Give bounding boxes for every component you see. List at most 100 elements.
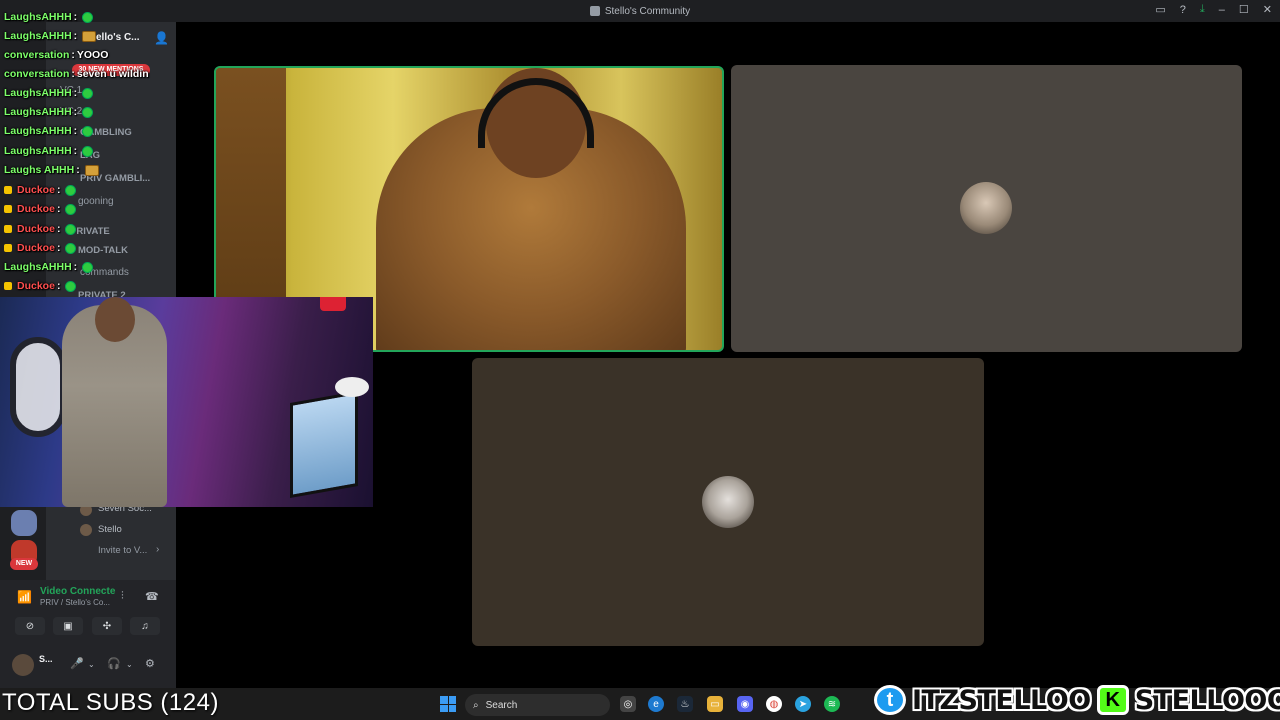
participant-avatar [960, 182, 1012, 234]
help-icon[interactable]: ? [1180, 4, 1186, 16]
chat-separator: : [56, 203, 61, 215]
emote-icon [82, 125, 94, 137]
spotify-icon[interactable]: ≋ [824, 696, 840, 712]
chat-text: YOOO [76, 49, 109, 61]
titlebar-controls: ▭ ? ⤓ – ☐ ✕ [1155, 3, 1272, 16]
voice-location[interactable]: PRIV / Stello's Co... [40, 598, 110, 607]
subscriber-badge-icon [4, 244, 12, 252]
channel-mod-talk[interactable]: MOD-TALK [78, 245, 128, 256]
signal-icon[interactable]: 📶 [17, 590, 32, 604]
telegram-icon[interactable]: ➤ [795, 696, 811, 712]
discord-icon[interactable]: ◉ [737, 696, 753, 712]
logo-icon [320, 297, 346, 311]
server-icon-1[interactable] [11, 510, 37, 536]
chat-username: LaughsAHHH [4, 261, 72, 273]
disconnect-icon[interactable]: ☎ [145, 590, 159, 603]
chat-message: Duckoe : [4, 242, 77, 254]
avatar [80, 524, 92, 536]
invite-to-voice[interactable]: Invite to V... [98, 545, 147, 556]
chat-separator: : [73, 30, 78, 42]
app-icon[interactable]: ◎ [620, 696, 636, 712]
avatar[interactable] [12, 654, 34, 676]
chevron-down-icon[interactable]: ⌄ [88, 660, 95, 669]
microphone-icon[interactable]: 🎤 [70, 657, 84, 670]
subscriber-badge-icon [4, 225, 12, 233]
chat-message: conversation : seven u wildin [4, 68, 149, 80]
chat-message: conversation : YOOO [4, 49, 108, 61]
chat-separator: : [73, 125, 78, 137]
chat-username: Duckoe [17, 223, 55, 235]
chat-message: Duckoe : [4, 280, 77, 292]
inbox-icon[interactable]: ▭ [1155, 3, 1165, 16]
soundboard-button[interactable]: ♫ [130, 617, 160, 635]
emote-icon [65, 184, 77, 196]
screen-share-button[interactable]: ▣ [53, 617, 83, 635]
chat-separator: : [73, 106, 78, 118]
camera-off-icon: ⊘ [25, 620, 35, 632]
chat-username: LaughsAHHH [4, 11, 72, 23]
participant-avatar [702, 476, 754, 528]
chat-message: LaughsAHHH : [4, 125, 94, 137]
chat-separator: : [56, 184, 61, 196]
social-overlay: t ITZSTELLOO K STELLOOO [874, 683, 1280, 717]
chat-message: LaughsAHHH : [4, 106, 94, 118]
minimize-icon[interactable]: – [1219, 4, 1225, 16]
lamp [335, 377, 369, 397]
monitor [290, 391, 358, 498]
window-titlebar: Stello's Community ▭ ? ⤓ – ☐ ✕ [0, 0, 1280, 22]
new-badge: NEW [10, 558, 38, 570]
chat-message: LaughsAHHH : [4, 11, 94, 23]
server-icon [589, 6, 600, 16]
user-name[interactable]: S... [39, 654, 53, 664]
emote-icon [82, 145, 94, 157]
chrome-icon[interactable]: ◍ [766, 696, 782, 712]
chat-separator: : [71, 68, 75, 80]
chat-message: LaughsAHHH : [4, 145, 94, 157]
windows-start-icon[interactable] [440, 696, 456, 712]
total-subs: TOTAL SUBS (124) [2, 689, 219, 716]
taskbar-search[interactable]: ⌕ Search [465, 694, 610, 716]
steam-icon[interactable]: ♨ [677, 696, 693, 712]
chat-separator: : [56, 280, 61, 292]
activities-button[interactable]: ✣ [92, 617, 122, 635]
search-placeholder: Search [485, 699, 518, 711]
emote-icon [82, 30, 97, 42]
chat-message: LaughsAHHH : [4, 30, 97, 42]
voice-user-stello[interactable]: Stello [98, 524, 122, 535]
chat-username: Duckoe [17, 184, 55, 196]
twitter-handle: ITZSTELLOO [912, 684, 1091, 716]
subscriber-badge-icon [4, 186, 12, 194]
chat-message: Duckoe : [4, 184, 77, 196]
edge-icon[interactable]: e [648, 696, 664, 712]
download-icon[interactable]: ⤓ [1200, 3, 1205, 16]
chat-separator: : [56, 242, 61, 254]
channel-gooning[interactable]: gooning [78, 196, 114, 207]
chat-username: Duckoe [17, 203, 55, 215]
maximize-icon[interactable]: ☐ [1239, 3, 1249, 16]
chat-username: Duckoe [17, 242, 55, 254]
streamer-head [95, 297, 135, 342]
twitter-icon: t [874, 685, 906, 715]
chat-username: LaughsAHHH [4, 87, 72, 99]
noise-suppression-icon[interactable]: ⫶ [121, 590, 124, 603]
chat-separator: : [56, 223, 61, 235]
subscriber-badge-icon [4, 282, 12, 290]
emote-icon [65, 203, 77, 215]
emote-icon [82, 87, 94, 99]
headphones-icon[interactable]: 🎧 [107, 657, 121, 670]
chat-username: LaughsAHHH [4, 145, 72, 157]
chat-username: conversation [4, 68, 70, 80]
camera-off-button[interactable]: ⊘ [15, 617, 45, 635]
settings-gear-icon[interactable]: ⚙ [145, 657, 155, 670]
screen-share-icon: ▣ [63, 620, 73, 632]
chat-separator: : [73, 261, 78, 273]
chat-separator: : [71, 49, 75, 61]
emote-icon [82, 261, 94, 273]
file-explorer-icon[interactable]: ▭ [707, 696, 723, 712]
voice-status: Video Connecte [40, 586, 116, 597]
kick-icon: K [1096, 685, 1129, 715]
close-icon[interactable]: ✕ [1263, 3, 1272, 16]
chat-username: conversation [4, 49, 70, 61]
chevron-down-icon[interactable]: ⌄ [126, 660, 133, 669]
invite-people-icon[interactable]: 👤 [154, 31, 169, 45]
